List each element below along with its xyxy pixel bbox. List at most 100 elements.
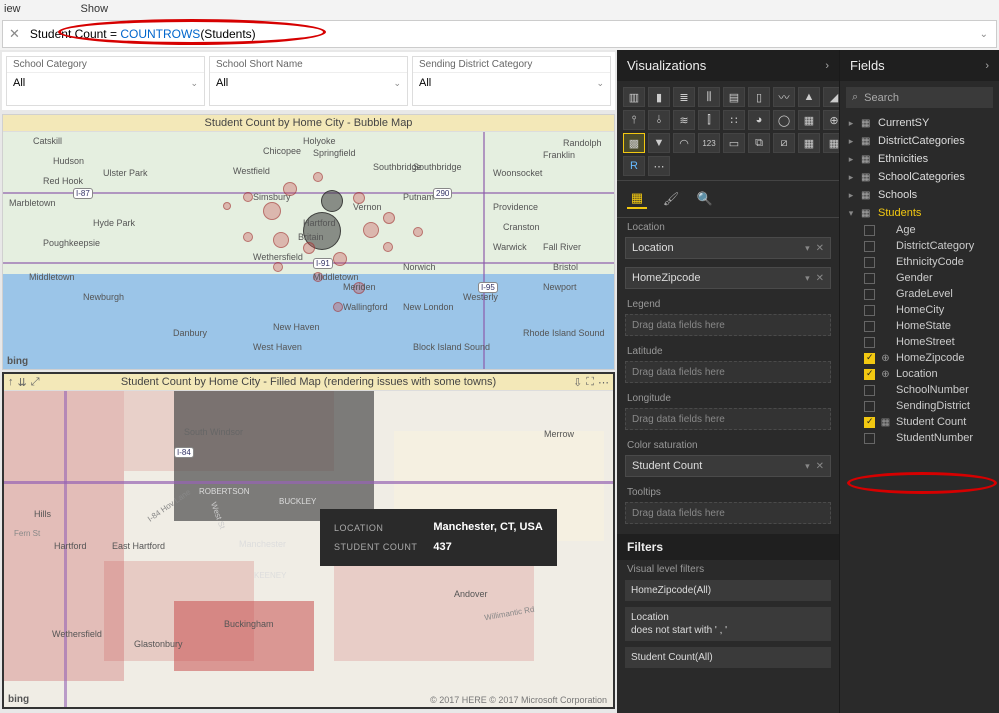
formula-bar[interactable]: ✕ Student Count = COUNTROWS(Students) ⌄ [2, 20, 997, 48]
viz-scatter-icon[interactable]: ∷ [723, 110, 745, 130]
well-tooltips[interactable]: Drag data fields here [625, 502, 831, 524]
map-body[interactable]: I-84 384 South Windsor ROBERTSON BUCKLEY… [4, 391, 613, 707]
menu-show[interactable]: Show [81, 3, 109, 15]
slicer-dropdown[interactable]: All⌄ [210, 72, 407, 93]
table-row-students[interactable]: ▾▦Students [840, 204, 999, 222]
checkbox-icon[interactable] [864, 353, 875, 364]
remove-icon[interactable]: ✕ [816, 461, 824, 472]
viz-slicer-icon[interactable]: ⧄ [773, 133, 795, 153]
field-gradelevel[interactable]: GradeLevel [840, 286, 999, 302]
checkbox-icon[interactable] [864, 433, 875, 444]
checkbox-icon[interactable] [864, 337, 875, 348]
viz-combo2-icon[interactable]: ⫰ [648, 110, 670, 130]
drill-up-icon[interactable]: ↑ [8, 376, 14, 389]
checkbox-icon[interactable] [864, 273, 875, 284]
well-location-item[interactable]: Location▾✕ [625, 237, 831, 259]
slicer-dropdown[interactable]: All⌄ [413, 72, 610, 93]
drill-toggle-icon[interactable]: ⇩ [573, 376, 582, 389]
viz-kpi-icon[interactable]: ⧉ [748, 133, 770, 153]
field-gender[interactable]: Gender [840, 270, 999, 286]
visualizations-header[interactable]: Visualizations› [617, 50, 839, 81]
viz-line-icon[interactable]: 〰 [773, 87, 795, 107]
viz-stacked-column-icon[interactable]: ▮ [648, 87, 670, 107]
checkbox-icon[interactable] [864, 225, 875, 236]
checkbox-icon[interactable] [864, 385, 875, 396]
viz-100-column-icon[interactable]: ▯ [748, 87, 770, 107]
field-ethnicitycode[interactable]: EthnicityCode [840, 254, 999, 270]
checkbox-icon[interactable] [864, 401, 875, 412]
viz-r-icon[interactable]: R [623, 156, 645, 176]
viz-treemap-icon[interactable]: ▦ [798, 110, 820, 130]
fields-search-input[interactable]: ⌕Search [846, 87, 993, 108]
table-row-districtcategories[interactable]: ▸▦DistrictCategories [840, 132, 999, 150]
field-schoolnumber[interactable]: SchoolNumber [840, 382, 999, 398]
checkbox-icon[interactable] [864, 305, 875, 316]
checkbox-icon[interactable] [864, 321, 875, 332]
field-homezipcode[interactable]: ⊕HomeZipcode [840, 350, 999, 366]
map-body[interactable]: I-87 290 I-91 I-95 [3, 132, 614, 369]
analytics-tab-icon[interactable]: 🔍 [695, 189, 715, 209]
format-tab-icon[interactable]: 🖌 [661, 189, 681, 209]
drill-down-icon[interactable]: ⇊ [18, 376, 27, 389]
field-districtcategory[interactable]: DistrictCategory [840, 238, 999, 254]
table-row-schoolcategories[interactable]: ▸▦SchoolCategories [840, 168, 999, 186]
well-longitude[interactable]: Drag data fields here [625, 408, 831, 430]
fields-header[interactable]: Fields› [840, 50, 999, 81]
viz-area-icon[interactable]: ▲ [798, 87, 820, 107]
more-icon[interactable]: ⋯ [598, 376, 609, 389]
checkbox-icon[interactable] [864, 257, 875, 268]
field-location[interactable]: ⊕Location [840, 366, 999, 382]
focus-mode-icon[interactable]: ⛶ [586, 376, 594, 389]
field-sendingdistrict[interactable]: SendingDistrict [840, 398, 999, 414]
expand-formula-icon[interactable]: ⌄ [980, 29, 988, 40]
checkbox-icon[interactable] [864, 289, 875, 300]
well-location-item[interactable]: HomeZipcode▾✕ [625, 267, 831, 289]
field-homestreet[interactable]: HomeStreet [840, 334, 999, 350]
viz-100-bar-icon[interactable]: ▤ [723, 87, 745, 107]
filter-item[interactable]: Location does not start with ' , ' [625, 607, 831, 641]
visual-bubble-map[interactable]: Student Count by Home City - Bubble Map … [2, 114, 615, 370]
field-homecity[interactable]: HomeCity [840, 302, 999, 318]
filter-item[interactable]: Student Count(All) [625, 647, 831, 668]
field-homestate[interactable]: HomeState [840, 318, 999, 334]
field-age[interactable]: Age [840, 222, 999, 238]
well-saturation-item[interactable]: Student Count▾✕ [625, 455, 831, 477]
viz-card-icon[interactable]: 123 [698, 133, 720, 153]
slicer-dropdown[interactable]: All⌄ [7, 72, 204, 93]
checkbox-icon[interactable] [864, 241, 875, 252]
filter-item[interactable]: HomeZipcode(All) [625, 580, 831, 601]
table-row-currentsy[interactable]: ▸▦CurrentSY [840, 114, 999, 132]
viz-filled-map-icon[interactable]: ▩ [623, 133, 645, 153]
remove-icon[interactable]: ✕ [816, 243, 824, 254]
checkbox-icon[interactable] [864, 369, 875, 380]
table-row-schools[interactable]: ▸▦Schools [840, 186, 999, 204]
fields-tab-icon[interactable]: ▦ [627, 189, 647, 209]
slicer-sending-district[interactable]: Sending District Category All⌄ [412, 56, 611, 106]
viz-stacked-bar-icon[interactable]: ▥ [623, 87, 645, 107]
cancel-formula-icon[interactable]: ✕ [9, 26, 20, 42]
viz-funnel-icon[interactable]: ▼ [648, 133, 670, 153]
viz-waterfall-icon[interactable]: ⫿ [698, 110, 720, 130]
viz-donut-icon[interactable]: ◯ [773, 110, 795, 130]
well-legend[interactable]: Drag data fields here [625, 314, 831, 336]
viz-ribbon-icon[interactable]: ≋ [673, 110, 695, 130]
table-row-ethnicities[interactable]: ▸▦Ethnicities [840, 150, 999, 168]
menu-view[interactable]: iew [4, 3, 21, 15]
viz-table-icon[interactable]: ▦ [798, 133, 820, 153]
viz-clustered-column-icon[interactable]: ⫼ [698, 87, 720, 107]
viz-import-icon[interactable]: ⋯ [648, 156, 670, 176]
remove-icon[interactable]: ✕ [816, 273, 824, 284]
viz-combo1-icon[interactable]: ⫯ [623, 110, 645, 130]
visual-filled-map[interactable]: ↑ ⇊ ⤢ ⇩ ⛶ ⋯ Student Count by Home City -… [2, 372, 615, 709]
expand-icon[interactable]: ⤢ [31, 376, 40, 389]
slicer-school-category[interactable]: School Category All⌄ [6, 56, 205, 106]
formula-text[interactable]: Student Count = COUNTROWS(Students) [30, 27, 256, 41]
well-latitude[interactable]: Drag data fields here [625, 361, 831, 383]
slicer-school-short-name[interactable]: School Short Name All⌄ [209, 56, 408, 106]
viz-clustered-bar-icon[interactable]: ≣ [673, 87, 695, 107]
field-studentnumber[interactable]: StudentNumber [840, 430, 999, 446]
checkbox-icon[interactable] [864, 417, 875, 428]
viz-pie-icon[interactable]: ◕ [748, 110, 770, 130]
field-student-count[interactable]: ▦Student Count [840, 414, 999, 430]
viz-multirow-icon[interactable]: ▭ [723, 133, 745, 153]
